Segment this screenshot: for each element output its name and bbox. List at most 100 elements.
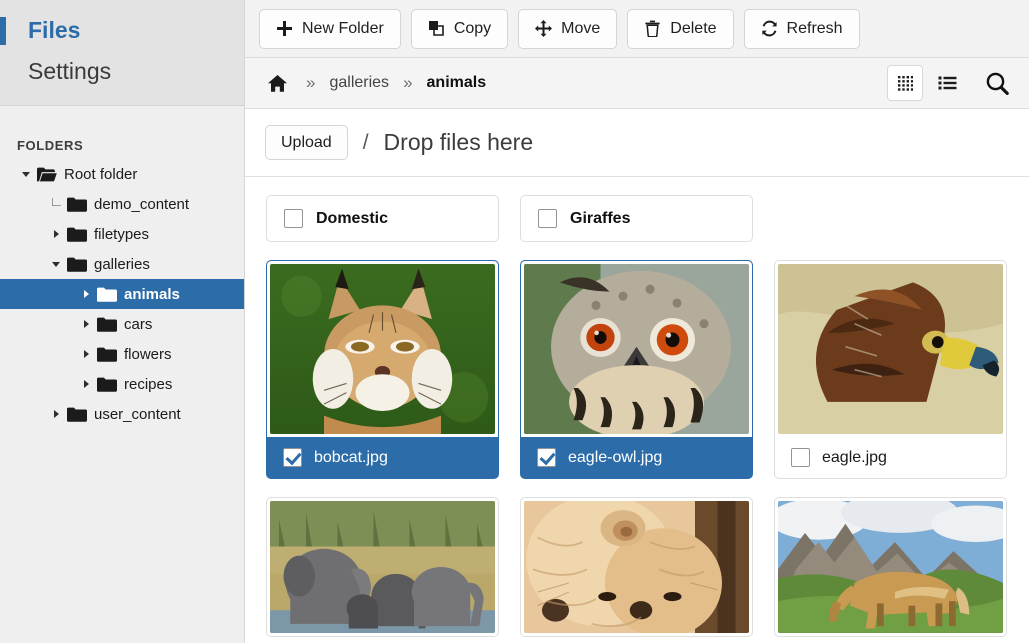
tree-item-animals[interactable]: animals — [0, 279, 244, 309]
folder-open-icon — [66, 257, 88, 272]
sidebar-item-files[interactable]: Files — [0, 10, 244, 51]
chevron-right-icon[interactable] — [46, 410, 66, 418]
tree-item-label: demo_content — [94, 196, 189, 213]
copy-button[interactable]: Copy — [411, 9, 508, 49]
file-card[interactable]: eagle.jpg — [774, 260, 1007, 479]
tree-item-Root folder[interactable]: Root folder — [0, 159, 244, 189]
file-name: eagle-owl.jpg — [568, 449, 662, 467]
tree-item-label: Root folder — [64, 166, 137, 183]
folder-card-label: Giraffes — [570, 210, 630, 228]
file-caption: bobcat.jpg — [267, 437, 498, 478]
folder-icon — [96, 317, 118, 332]
grid-view-icon[interactable] — [887, 65, 923, 101]
breadcrumb-item-animals[interactable]: animals — [427, 74, 487, 92]
tree-item-label: galleries — [94, 256, 150, 273]
trash-icon — [644, 20, 661, 37]
folder-checkbox[interactable] — [284, 209, 303, 228]
delete-label: Delete — [670, 20, 716, 38]
delete-button[interactable]: Delete — [627, 9, 733, 49]
breadcrumb-item-galleries[interactable]: galleries — [329, 74, 389, 92]
tree-item-demo-content[interactable]: demo_content — [0, 189, 244, 219]
tree-item-flowers[interactable]: flowers — [0, 339, 244, 369]
refresh-icon — [761, 20, 778, 37]
thumbnail-wrap — [267, 261, 498, 437]
file-name: eagle.jpg — [822, 449, 887, 467]
main-panel: New Folder Copy Move — [245, 0, 1029, 643]
sidebar: Files Settings FOLDERS Root folderdemo_c… — [0, 0, 245, 643]
file-thumbnail[interactable] — [778, 264, 1003, 434]
chevron-right-icon[interactable] — [76, 350, 96, 358]
home-icon[interactable] — [263, 74, 292, 93]
file-card[interactable] — [520, 497, 753, 637]
new-folder-label: New Folder — [302, 20, 384, 38]
breadcrumb: » galleries » animals — [263, 73, 887, 93]
tree-item-label: animals — [124, 286, 180, 303]
move-label: Move — [561, 20, 600, 38]
plus-icon — [276, 20, 293, 37]
chevron-right-icon[interactable] — [76, 290, 96, 298]
file-card-grid: bobcat.jpg eagle-owl.jpg e — [266, 260, 1006, 637]
list-view-icon[interactable] — [929, 65, 965, 101]
file-checkbox[interactable] — [283, 448, 302, 467]
drop-zone-text[interactable]: Drop files here — [384, 129, 534, 156]
folder-icon — [96, 347, 118, 362]
thumbnail-wrap — [775, 261, 1006, 437]
sidebar-header: Files Settings — [0, 0, 244, 106]
upload-button[interactable]: Upload — [265, 125, 348, 160]
file-browser-area: Domestic Giraffes bobcat.jpg — [245, 177, 1029, 643]
search-icon[interactable] — [977, 63, 1017, 103]
file-thumbnail[interactable] — [778, 501, 1003, 633]
tree-item-label: flowers — [124, 346, 172, 363]
upload-button-label: Upload — [281, 134, 332, 152]
file-card[interactable] — [774, 497, 1007, 637]
tree-item-user-content[interactable]: user_content — [0, 399, 244, 429]
chevron-right-icon[interactable] — [76, 320, 96, 328]
copy-label: Copy — [454, 20, 491, 38]
file-card[interactable]: eagle-owl.jpg — [520, 260, 753, 479]
refresh-label: Refresh — [787, 20, 843, 38]
sidebar-item-settings[interactable]: Settings — [0, 51, 244, 92]
tree-item-label: filetypes — [94, 226, 149, 243]
tree-item-recipes[interactable]: recipes — [0, 369, 244, 399]
folder-icon — [66, 407, 88, 422]
file-caption: eagle-owl.jpg — [521, 437, 752, 478]
file-thumbnail[interactable] — [270, 264, 495, 434]
file-thumbnail[interactable] — [524, 501, 749, 633]
folder-icon — [66, 227, 88, 242]
folder-checkbox[interactable] — [538, 209, 557, 228]
new-folder-button[interactable]: New Folder — [259, 9, 401, 49]
folder-card[interactable]: Giraffes — [520, 195, 753, 242]
upload-bar: Upload / Drop files here — [245, 109, 1029, 177]
thumbnail-wrap — [521, 261, 752, 437]
view-toggle-group — [887, 63, 1017, 103]
folder-open-icon — [36, 167, 58, 182]
file-name: bobcat.jpg — [314, 449, 388, 467]
file-card[interactable]: bobcat.jpg — [266, 260, 499, 479]
breadcrumb-bar: » galleries » animals — [245, 58, 1029, 109]
file-checkbox[interactable] — [537, 448, 556, 467]
tree-item-galleries[interactable]: galleries — [0, 249, 244, 279]
tree-item-label: cars — [124, 316, 152, 333]
tree-elbow-icon — [46, 198, 66, 210]
move-button[interactable]: Move — [518, 9, 617, 49]
folder-icon — [66, 197, 88, 212]
file-thumbnail[interactable] — [270, 501, 495, 633]
tree-item-label: recipes — [124, 376, 172, 393]
file-thumbnail[interactable] — [524, 264, 749, 434]
chevron-right-icon[interactable] — [76, 380, 96, 388]
thumbnail-wrap — [521, 498, 752, 636]
breadcrumb-separator-2: » — [389, 73, 426, 93]
thumbnail-wrap — [775, 498, 1006, 636]
refresh-button[interactable]: Refresh — [744, 9, 860, 49]
chevron-right-icon[interactable] — [46, 230, 66, 238]
folder-card[interactable]: Domestic — [266, 195, 499, 242]
tree-item-filetypes[interactable]: filetypes — [0, 219, 244, 249]
chevron-down-icon[interactable] — [46, 262, 66, 267]
file-card[interactable] — [266, 497, 499, 637]
chevron-down-icon[interactable] — [16, 172, 36, 177]
file-checkbox[interactable] — [791, 448, 810, 467]
app-root: Files Settings FOLDERS Root folderdemo_c… — [0, 0, 1029, 643]
thumbnail-wrap — [267, 498, 498, 636]
tree-item-cars[interactable]: cars — [0, 309, 244, 339]
copy-icon — [428, 20, 445, 37]
